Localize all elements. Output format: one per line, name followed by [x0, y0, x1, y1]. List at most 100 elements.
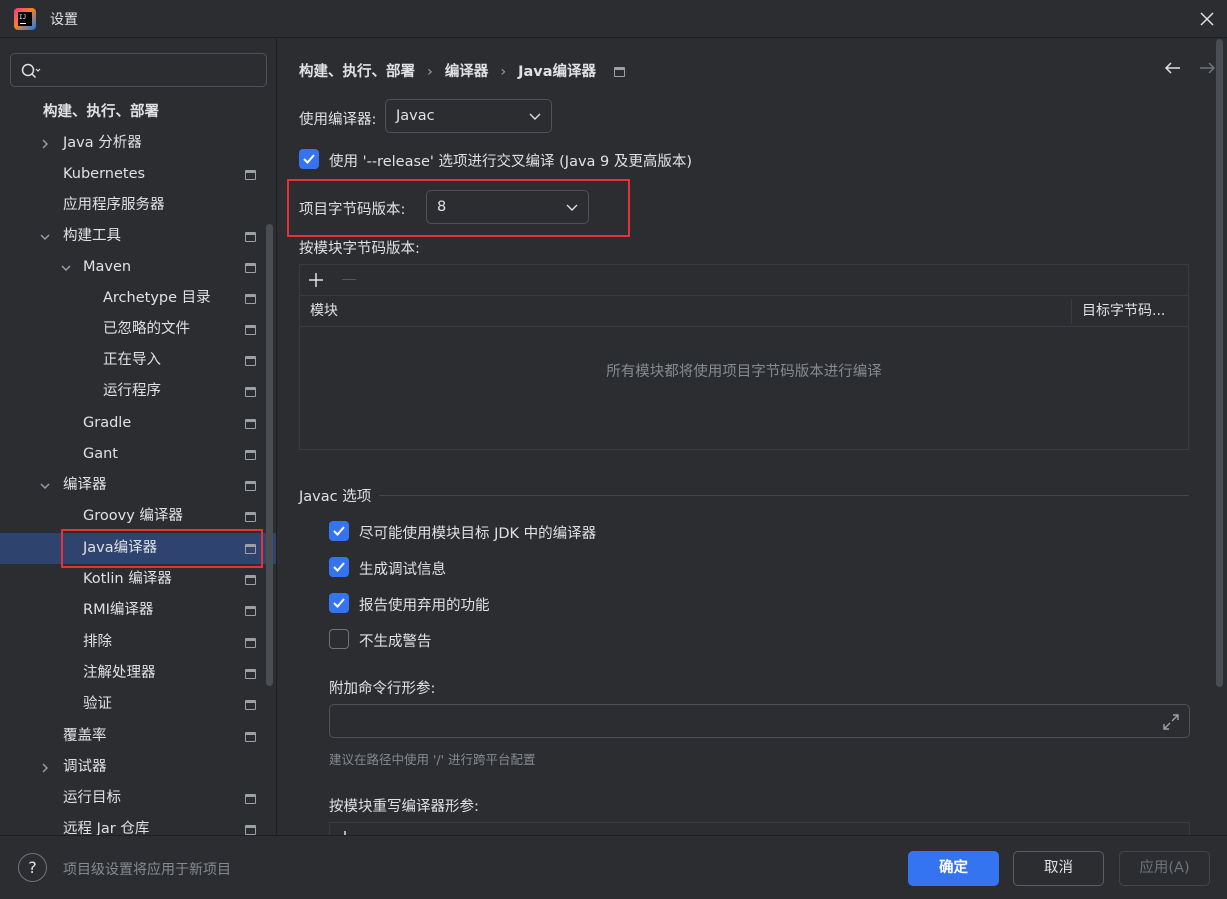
project-level-icon [245, 294, 256, 304]
search-icon [21, 63, 41, 79]
release-option-checkbox[interactable] [299, 149, 319, 169]
module-bytecode-table: 模块 目标字节码... 所有模块都将使用项目字节码版本进行编译 [299, 264, 1189, 450]
chevron-down-icon [566, 204, 578, 211]
sidebar-item-build-tools[interactable]: 构建工具 [0, 221, 276, 252]
compiler-select-value: Javac [396, 108, 435, 124]
chevron-down-icon[interactable] [39, 231, 51, 243]
javac-section-title: Javac 选项 [299, 489, 372, 505]
search-box[interactable] [10, 53, 267, 87]
use-module-jdk-checkbox[interactable] [329, 521, 349, 541]
checkmark-icon [333, 562, 345, 572]
project-level-icon [245, 512, 256, 522]
override-args-table [329, 822, 1190, 835]
column-divider[interactable] [1071, 299, 1072, 324]
table-header: 模块 目标字节码... [300, 296, 1188, 327]
sidebar-item-maven[interactable]: Maven [0, 252, 276, 283]
release-option-label: 使用 '--release' 选项进行交叉编译 (Java 9 及更高版本) [329, 154, 693, 170]
bytecode-version-label: 项目字节码版本: [299, 202, 406, 218]
sidebar-item-run-targets[interactable]: 运行目标 [0, 783, 276, 814]
dialog-footer: ? 项目级设置将应用于新项目 确定 取消 应用(A) [0, 835, 1227, 899]
sidebar-item-label: Groovy 编译器 [83, 508, 183, 524]
sidebar-item-gradle[interactable]: Gradle [0, 408, 276, 439]
breadcrumb-item[interactable]: 编译器 [445, 60, 489, 81]
window-title: 设置 [50, 12, 78, 28]
sidebar-item-kotlin-compiler[interactable]: Kotlin 编译器 [0, 564, 276, 595]
sidebar-item-label: 覆盖率 [63, 728, 107, 744]
sidebar-item-validation[interactable]: 验证 [0, 689, 276, 720]
sidebar-item-coverage[interactable]: 覆盖率 [0, 721, 276, 752]
sidebar-item-label: Java 分析器 [63, 135, 142, 151]
generate-debug-info-label: 生成调试信息 [359, 562, 446, 578]
ok-button[interactable]: 确定 [908, 851, 999, 886]
chevron-right-icon[interactable] [39, 138, 51, 150]
search-input[interactable] [47, 58, 257, 82]
sidebar-item-label: 构建工具 [63, 228, 121, 244]
add-icon[interactable] [308, 272, 324, 288]
sidebar-item-label: 构建、执行、部署 [43, 104, 159, 120]
back-arrow-icon[interactable] [1164, 62, 1180, 74]
chevron-down-icon[interactable] [60, 262, 72, 274]
content-scrollbar[interactable] [1216, 39, 1223, 687]
sidebar-item-label: Archetype 目录 [103, 290, 211, 306]
compiler-select[interactable]: Javac [385, 99, 552, 133]
no-warnings-label: 不生成警告 [359, 634, 432, 650]
expand-icon[interactable] [1162, 713, 1180, 731]
title-bar: IJ 设置 [0, 0, 1227, 38]
bytecode-version-select[interactable]: 8 [426, 190, 589, 224]
sidebar-item-app-servers[interactable]: 应用程序服务器 [0, 190, 276, 221]
settings-sidebar: 构建、执行、部署 Java 分析器 Kubernetes 应用程序服务器 构建工… [0, 39, 277, 835]
sidebar-item-ignored-files[interactable]: 已忽略的文件 [0, 314, 276, 345]
report-deprecated-checkbox[interactable] [329, 593, 349, 613]
forward-arrow-icon[interactable] [1200, 62, 1216, 74]
project-level-icon [245, 481, 256, 491]
sidebar-item-label: 正在导入 [103, 352, 161, 368]
project-level-icon [245, 419, 256, 429]
project-level-icon [245, 700, 256, 710]
section-divider [379, 495, 1189, 496]
sidebar-item-compiler[interactable]: 编译器 [0, 470, 276, 501]
sidebar-item-groovy-compiler[interactable]: Groovy 编译器 [0, 501, 276, 532]
checkmark-icon [333, 598, 345, 608]
help-icon[interactable]: ? [18, 853, 47, 882]
sidebar-item-gant[interactable]: Gant [0, 439, 276, 470]
sidebar-item-label: 应用程序服务器 [63, 197, 165, 213]
sidebar-item-kubernetes[interactable]: Kubernetes [0, 159, 276, 190]
column-header-target-bytecode[interactable]: 目标字节码... [1082, 296, 1165, 327]
project-level-icon [614, 67, 626, 77]
override-args-label: 按模块重写编译器形参: [329, 799, 479, 815]
sidebar-item-label: 调试器 [63, 759, 107, 775]
sidebar-item-label: Gant [83, 446, 118, 462]
apply-button[interactable]: 应用(A) [1119, 851, 1210, 886]
path-hint-text: 建议在路径中使用 '/' 进行跨平台配置 [329, 752, 536, 767]
sidebar-item-archetype-catalog[interactable]: Archetype 目录 [0, 283, 276, 314]
sidebar-item-label: RMI编译器 [83, 602, 154, 618]
no-warnings-checkbox[interactable] [329, 629, 349, 649]
sidebar-scrollbar[interactable] [266, 224, 273, 686]
breadcrumb-item[interactable]: 构建、执行、部署 [299, 60, 415, 81]
column-header-module[interactable]: 模块 [310, 296, 338, 327]
chevron-right-icon[interactable] [39, 762, 51, 774]
sidebar-item-java-profiler[interactable]: Java 分析器 [0, 128, 276, 159]
additional-args-input[interactable] [329, 704, 1190, 738]
remove-icon[interactable] [342, 279, 356, 280]
sidebar-item-remote-jar-repos[interactable]: 远程 Jar 仓库 [0, 814, 276, 835]
cancel-button[interactable]: 取消 [1013, 851, 1104, 886]
sidebar-item-excludes[interactable]: 排除 [0, 627, 276, 658]
sidebar-item-label: 注解处理器 [83, 665, 156, 681]
project-level-icon [245, 575, 256, 585]
app-logo-icon: IJ [14, 8, 36, 30]
chevron-down-icon[interactable] [39, 480, 51, 492]
navigation-arrows [1164, 62, 1216, 74]
sidebar-item-label: 运行程序 [103, 383, 161, 399]
sidebar-item-build-exec-deploy[interactable]: 构建、执行、部署 [0, 97, 276, 128]
sidebar-item-rmi-compiler[interactable]: RMI编译器 [0, 595, 276, 626]
sidebar-item-runner[interactable]: 运行程序 [0, 376, 276, 407]
use-compiler-label: 使用编译器: [299, 112, 377, 128]
sidebar-item-debugger[interactable]: 调试器 [0, 752, 276, 783]
generate-debug-info-checkbox[interactable] [329, 557, 349, 577]
checkmark-icon [303, 154, 315, 164]
project-level-icon [245, 232, 256, 242]
close-icon[interactable] [1196, 8, 1218, 30]
sidebar-item-importing[interactable]: 正在导入 [0, 345, 276, 376]
sidebar-item-annotation-processors[interactable]: 注解处理器 [0, 658, 276, 689]
